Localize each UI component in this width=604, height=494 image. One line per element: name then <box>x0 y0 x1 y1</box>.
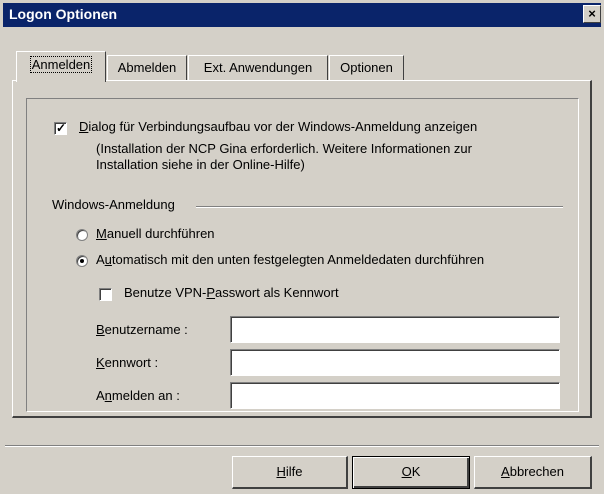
tab-anmelden[interactable]: Anmelden <box>16 51 106 82</box>
button-label: K <box>411 464 421 479</box>
username-input[interactable] <box>230 316 560 343</box>
password-label: Kennwort : <box>96 355 158 370</box>
label-text: anuell durchführen <box>106 226 215 241</box>
mnemonic: n <box>104 388 112 403</box>
label-text: ialog für Verbindungsaufbau vor der Wind… <box>88 119 478 134</box>
gina-note-line1: (Installation der NCP Gina erforderlich.… <box>96 141 472 156</box>
automatic-radio[interactable] <box>76 255 88 267</box>
button-label: bbrechen <box>509 464 564 479</box>
checkmark-icon: ✓ <box>56 121 67 135</box>
tab-label: Abmelden <box>117 60 177 75</box>
vpn-password-checkbox[interactable] <box>99 288 112 301</box>
vpn-password-label[interactable]: Benutze VPN-Passwort als Kennwort <box>124 285 339 300</box>
tab-label: Optionen <box>340 60 393 75</box>
label-text: tomatisch mit den unten festgelegten Anm… <box>111 252 485 267</box>
logon-to-input[interactable] <box>230 382 560 409</box>
mnemonic: D <box>79 119 89 134</box>
logon-options-dialog: Logon Optionen × Anmelden Abmelden Ext. … <box>0 0 604 494</box>
mnemonic: A <box>501 464 510 479</box>
close-icon: × <box>588 6 596 21</box>
label-text: A <box>96 388 105 403</box>
manual-radio[interactable] <box>76 229 88 241</box>
windows-logon-group-label: Windows-Anmeldung <box>52 197 175 212</box>
username-label: Benutzername : <box>96 322 188 337</box>
button-label: ilfe <box>285 464 303 479</box>
label-text: melden an : <box>111 388 180 403</box>
mnemonic: P <box>206 285 216 300</box>
tab-optionen[interactable]: Optionen <box>329 55 404 81</box>
logon-to-label: Anmelden an : <box>96 388 180 403</box>
tab-ext-anwendungen[interactable]: Ext. Anwendungen <box>188 55 328 81</box>
ok-button[interactable]: OK <box>352 456 470 489</box>
automatic-radio-label[interactable]: Automatisch mit den unten festgelegten A… <box>96 252 484 267</box>
close-button[interactable]: × <box>583 5 601 23</box>
group-divider <box>196 206 563 208</box>
dialog-before-logon-label[interactable]: Dialog für Verbindungsaufbau vor der Win… <box>79 119 477 134</box>
tab-label: Ext. Anwendungen <box>203 60 313 75</box>
password-input[interactable] <box>230 349 560 376</box>
mnemonic: M <box>96 226 107 241</box>
label-text: enutzername : <box>104 322 188 337</box>
cancel-button[interactable]: Abbrechen <box>474 456 592 489</box>
label-text: asswort als Kennwort <box>215 285 339 300</box>
mnemonic: B <box>96 322 105 337</box>
label-text: Benutze VPN- <box>124 285 207 300</box>
title-bar[interactable]: Logon Optionen × <box>3 3 601 27</box>
tab-label: Anmelden <box>29 56 93 73</box>
dialog-before-logon-checkbox[interactable]: ✓ <box>54 121 67 135</box>
help-button[interactable]: Hilfe <box>232 456 348 489</box>
label-text: ennwort : <box>104 355 159 370</box>
tab-abmelden[interactable]: Abmelden <box>107 55 187 81</box>
radio-selected-dot <box>80 259 84 263</box>
dialog-title: Logon Optionen <box>9 6 118 22</box>
mnemonic: u <box>104 252 112 267</box>
button-separator <box>5 445 599 447</box>
mnemonic: H <box>276 464 286 479</box>
label-text: A <box>96 252 105 267</box>
mnemonic: O <box>401 464 412 479</box>
manual-radio-label[interactable]: Manuell durchführen <box>96 226 215 241</box>
gina-note-line2: Installation siehe in der Online-Hilfe) <box>96 157 305 172</box>
mnemonic: K <box>96 355 105 370</box>
